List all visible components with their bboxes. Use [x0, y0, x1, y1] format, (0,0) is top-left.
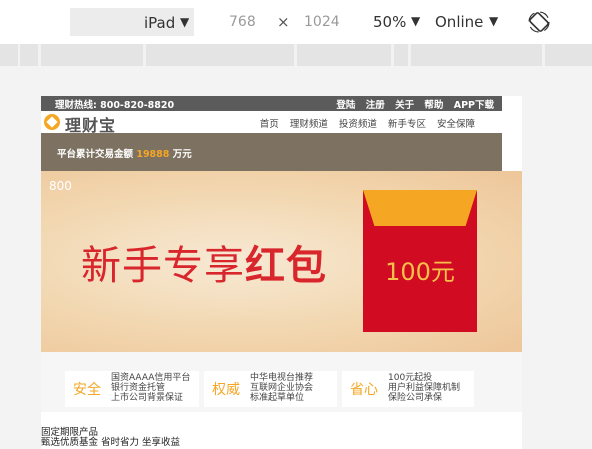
nav-item-finance[interactable]: 理财频道 — [290, 119, 328, 130]
feature-label: 权威 — [212, 382, 240, 398]
chevron-down-icon: ▼ — [180, 15, 190, 29]
ruler-segment[interactable] — [394, 44, 408, 66]
stats-text: 平台累计交易金额 19888 万元 — [57, 146, 192, 160]
feature-line: 银行资金托管 — [111, 383, 166, 393]
site-header: 理财宝 首页 理财频道 投资频道 新手专区 安全保障 — [41, 111, 502, 135]
devtools-toolbar: iPad ▼ 768 × 1024 50% ▼ Online ▼ — [0, 0, 592, 44]
feature-line: 标准起草单位 — [250, 393, 305, 403]
zoom-select[interactable]: 50% — [373, 13, 406, 31]
device-viewport-stage: 理财热线: 800-820-8820 登陆 注册 关于 帮助 APP下载 理财宝… — [0, 66, 592, 449]
about-link[interactable]: 关于 — [395, 100, 414, 111]
network-chevron-down-icon: ▼ — [489, 14, 499, 28]
feature-card-authority: 权威 中华电视台推荐 互联网企业协会 标准起草单位 — [204, 371, 337, 407]
nav-item-invest[interactable]: 投资频道 — [339, 119, 377, 130]
feature-label: 安全 — [73, 382, 101, 398]
width-input[interactable]: 768 — [229, 14, 256, 30]
device-select-value: iPad — [144, 14, 176, 32]
stats-bar: 平台累计交易金额 19888 万元 — [41, 133, 502, 171]
feature-card-safety: 安全 国资AAAA信用平台 银行资金托管 上市公司背景保证 — [65, 371, 199, 407]
feature-line: 100元起投 — [388, 373, 433, 383]
height-input[interactable]: 1024 — [304, 14, 340, 30]
stats-unit: 万元 — [172, 149, 192, 160]
hotline-text: 理财热线: 800-820-8820 — [55, 100, 175, 111]
feature-line: 国资AAAA信用平台 — [111, 373, 191, 383]
feature-line: 上市公司背景保证 — [111, 393, 184, 403]
main-nav: 首页 理财频道 投资频道 新手专区 安全保障 — [252, 116, 475, 130]
envelope-flap — [363, 190, 477, 226]
product-subtitle: 甄选优质基金 省时省力 坐享收益 — [41, 437, 181, 448]
stats-prefix: 平台累计交易金额 — [57, 149, 134, 160]
banner-headline: 新手专享红包 — [81, 233, 327, 291]
ruler-segment[interactable] — [411, 44, 542, 66]
zoom-chevron-down-icon: ▼ — [411, 14, 421, 28]
headline-light: 新手专享 — [81, 243, 245, 289]
feature-line: 保险公司承保 — [388, 393, 443, 403]
feature-line: 互联网企业协会 — [250, 383, 314, 393]
feature-label: 省心 — [350, 382, 378, 398]
media-query-ruler[interactable] — [0, 44, 592, 66]
ruler-segment[interactable] — [41, 44, 143, 66]
network-select[interactable]: Online — [435, 13, 483, 31]
ruler-segment[interactable] — [146, 44, 294, 66]
banner-number: 800 — [49, 179, 72, 193]
feature-card-ease: 省心 100元起投 用户利益保障机制 保险公司承保 — [342, 371, 474, 407]
nav-item-home[interactable]: 首页 — [260, 119, 279, 130]
help-link[interactable]: 帮助 — [424, 100, 443, 111]
ruler-segment[interactable] — [0, 44, 18, 66]
nav-item-security[interactable]: 安全保障 — [437, 119, 475, 130]
feature-line: 中华电视台推荐 — [250, 373, 314, 383]
stats-amount: 19888 — [136, 149, 170, 160]
app-download-link[interactable]: APP下载 — [454, 100, 494, 111]
feature-strip: 安全 国资AAAA信用平台 银行资金托管 上市公司背景保证 权威 中华电视台推荐… — [41, 352, 522, 412]
topbar-links: 登陆 注册 关于 帮助 APP下载 — [329, 97, 494, 111]
feature-desc: 100元起投 用户利益保障机制 保险公司承保 — [388, 373, 460, 403]
login-link[interactable]: 登陆 — [336, 100, 355, 111]
register-link[interactable]: 注册 — [366, 100, 385, 111]
envelope-amount: 100元 — [385, 258, 455, 286]
feature-desc: 中华电视台推荐 互联网企业协会 标准起草单位 — [250, 373, 313, 403]
nav-item-newbie[interactable]: 新手专区 — [388, 119, 426, 130]
product-section: 固定期限产品 甄选优质基金 省时省力 坐享收益 — [41, 428, 180, 448]
rotate-icon[interactable] — [528, 11, 550, 33]
headline-bold: 红包 — [245, 243, 327, 289]
ruler-segment[interactable] — [545, 44, 592, 66]
ruler-segment[interactable] — [297, 44, 391, 66]
times-sign: × — [277, 13, 290, 31]
ruler-segment[interactable] — [20, 44, 38, 66]
red-envelope-image: 100元 — [363, 190, 477, 332]
feature-desc: 国资AAAA信用平台 银行资金托管 上市公司背景保证 — [111, 373, 190, 403]
site-topbar: 理财热线: 800-820-8820 登陆 注册 关于 帮助 APP下载 — [41, 96, 502, 111]
logo-icon[interactable] — [44, 114, 60, 130]
emulated-page: 理财热线: 800-820-8820 登陆 注册 关于 帮助 APP下载 理财宝… — [41, 96, 522, 449]
device-select[interactable]: iPad ▼ — [70, 8, 194, 36]
feature-line: 用户利益保障机制 — [388, 383, 461, 393]
promo-banner[interactable]: 800 新手专享红包 100元 — [41, 171, 522, 352]
